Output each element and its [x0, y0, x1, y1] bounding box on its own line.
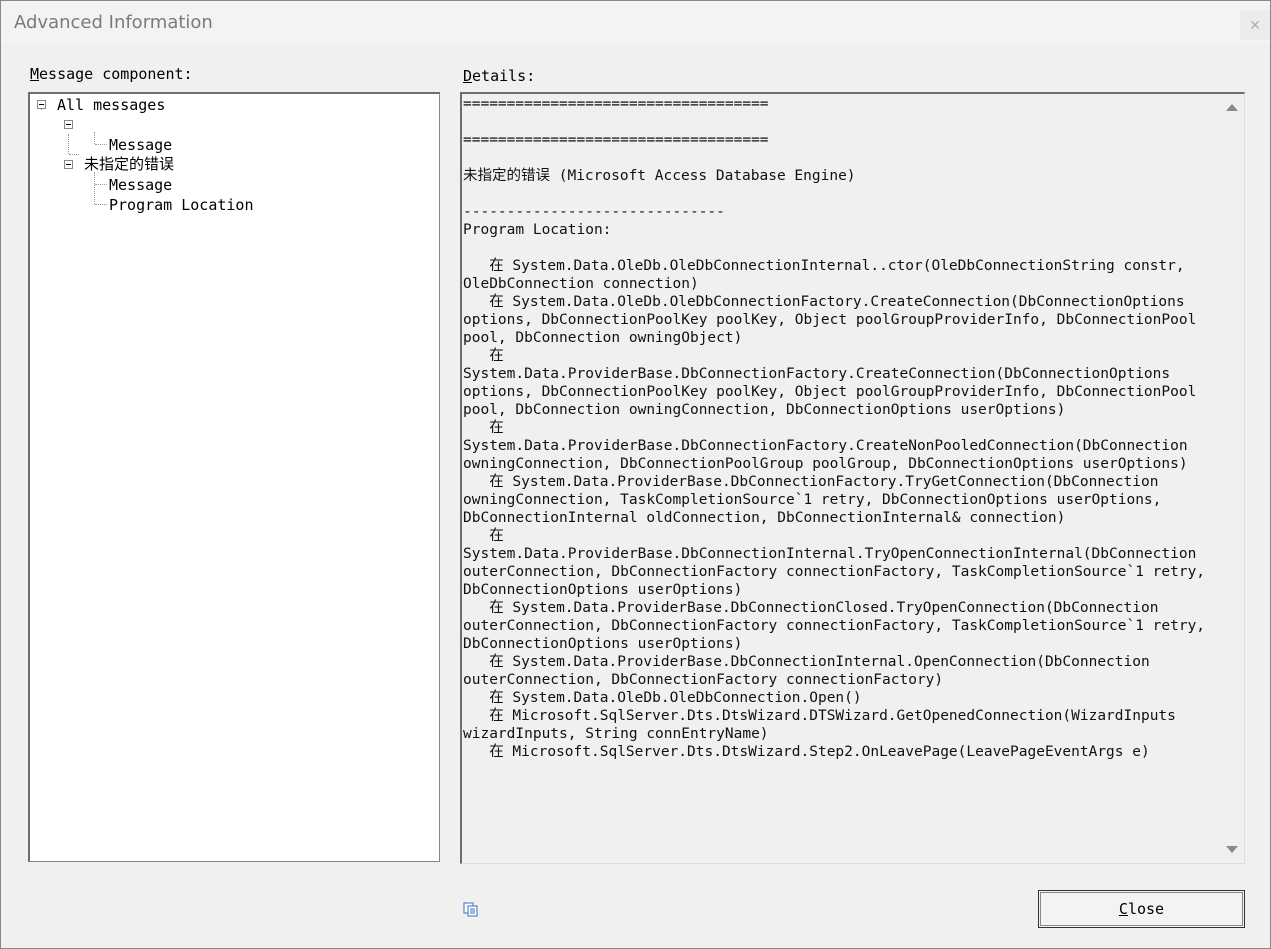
details-label: Details: — [463, 67, 535, 85]
tree-connector — [95, 184, 107, 185]
tree-node-program-location[interactable]: Program Location — [109, 195, 254, 215]
advanced-information-dialog: Advanced Information ✕ Message component… — [0, 0, 1271, 949]
tree-node-unspecified-error[interactable]: 未指定的错误 — [84, 154, 174, 174]
details-label-mnemonic: D — [463, 67, 473, 85]
message-component-label: Message component: — [30, 65, 193, 83]
details-scrollbar[interactable] — [1218, 94, 1244, 863]
details-text[interactable]: =================================== ====… — [463, 95, 1215, 761]
close-button[interactable]: Close — [1038, 890, 1245, 928]
title-bar: Advanced Information ✕ — [1, 1, 1270, 44]
collapse-icon[interactable] — [64, 160, 73, 169]
window-title: Advanced Information — [14, 12, 213, 33]
tree-node-message[interactable]: Message — [109, 135, 172, 155]
tree-connector — [94, 132, 95, 144]
message-component-label-mnemonic: M — [30, 65, 40, 83]
collapse-icon[interactable] — [37, 100, 46, 109]
details-label-text: etails: — [472, 67, 536, 85]
message-component-label-text: essage component: — [39, 65, 193, 83]
collapse-icon[interactable] — [64, 120, 73, 129]
tree-node-all-messages[interactable]: All messages — [57, 95, 165, 115]
tree-connector — [68, 134, 69, 154]
scroll-down-icon[interactable] — [1226, 846, 1238, 853]
scroll-up-icon[interactable] — [1226, 104, 1238, 111]
close-button-label: lose — [1127, 900, 1165, 918]
message-component-tree[interactable]: All messages Message 未指定的错误 Message Prog… — [28, 92, 440, 862]
details-textbox[interactable]: =================================== ====… — [460, 92, 1245, 864]
copy-icon[interactable] — [463, 901, 479, 917]
tree-connector — [69, 154, 79, 155]
tree-node-message[interactable]: Message — [109, 175, 172, 195]
tree-connector — [95, 204, 107, 205]
close-button-mnemonic: C — [1118, 900, 1128, 918]
window-close-icon[interactable]: ✕ — [1240, 10, 1270, 40]
tree-connector — [95, 144, 107, 145]
tree-connector — [94, 172, 95, 204]
